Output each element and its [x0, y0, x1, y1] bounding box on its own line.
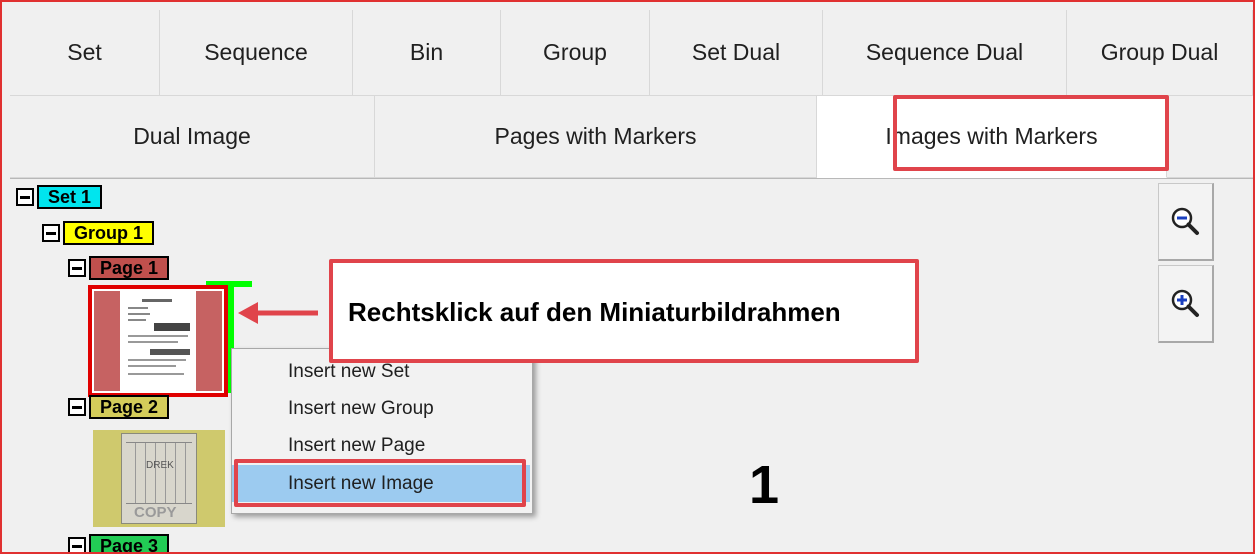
- tree-node-group[interactable]: Group 1: [42, 221, 155, 245]
- thumbnail-overlay: [94, 291, 120, 391]
- page-2-label: Page 2: [89, 395, 170, 419]
- tree-panel: Set 1 Group 1 Page 1 Page 2 DREK COPY Pa…: [10, 179, 1253, 552]
- page-1-thumbnail[interactable]: [88, 285, 228, 397]
- tab-pages-with-markers[interactable]: Pages with Markers: [375, 96, 817, 178]
- page-3-label: Page 3: [89, 534, 170, 552]
- set-label: Set 1: [37, 185, 103, 209]
- tree-node-page-3[interactable]: Page 3: [68, 534, 170, 552]
- group-label: Group 1: [63, 221, 155, 245]
- zoom-in-button[interactable]: [1158, 265, 1214, 343]
- menu-item-label: Insert new Page: [288, 434, 426, 456]
- tab-sequence-dual[interactable]: Sequence Dual: [823, 10, 1067, 96]
- vertical-scrollbar[interactable]: ▲: [1251, 179, 1253, 552]
- thumbnail-label: DREK: [146, 460, 174, 471]
- zoom-out-icon: [1171, 207, 1199, 235]
- tree-node-page-2[interactable]: Page 2: [68, 395, 170, 419]
- tab-set[interactable]: Set: [10, 10, 160, 96]
- thumbnail-overlay: [196, 291, 222, 391]
- scroll-up-arrow-icon[interactable]: ▲: [1251, 179, 1253, 199]
- zoom-out-button[interactable]: [1158, 183, 1214, 261]
- tab-dual-image[interactable]: Dual Image: [10, 96, 375, 178]
- tab-sequence[interactable]: Sequence: [160, 10, 353, 96]
- tree-node-set[interactable]: Set 1: [16, 185, 103, 209]
- document-preview-icon: [128, 299, 190, 375]
- menu-item-insert-new-group[interactable]: Insert new Group: [232, 390, 530, 427]
- document-preview: DREK COPY: [121, 433, 197, 524]
- page-1-label: Page 1: [89, 256, 170, 280]
- tab-row-spacer: [1167, 96, 1253, 178]
- step-number: 1: [749, 455, 780, 515]
- collapse-icon[interactable]: [68, 259, 86, 277]
- collapse-icon[interactable]: [68, 537, 86, 552]
- copy-watermark: COPY: [134, 504, 177, 521]
- tab-group[interactable]: Group: [501, 10, 650, 96]
- collapse-icon[interactable]: [16, 188, 34, 206]
- tab-bin[interactable]: Bin: [353, 10, 501, 96]
- page-2-thumbnail[interactable]: DREK COPY: [93, 430, 225, 527]
- collapse-icon[interactable]: [68, 398, 86, 416]
- active-tab-highlight: [893, 95, 1169, 171]
- menu-item-label: Insert new Group: [288, 397, 434, 419]
- menu-item-highlight: [234, 459, 526, 507]
- tab-row-1: Set Sequence Bin Group Set Dual Sequence…: [10, 10, 1253, 96]
- menu-item-label: Insert new Set: [288, 360, 410, 382]
- tab-group-dual[interactable]: Group Dual: [1067, 10, 1253, 96]
- tab-set-dual[interactable]: Set Dual: [650, 10, 823, 96]
- collapse-icon[interactable]: [42, 224, 60, 242]
- callout-arrow-icon: [238, 302, 318, 324]
- zoom-in-icon: [1171, 289, 1199, 317]
- callout-box: Rechtsklick auf den Miniaturbildrahmen: [329, 259, 919, 363]
- callout-text: Rechtsklick auf den Miniaturbildrahmen: [348, 297, 841, 327]
- document-preview-grid: [126, 442, 192, 504]
- tree-node-page-1[interactable]: Page 1: [68, 256, 170, 280]
